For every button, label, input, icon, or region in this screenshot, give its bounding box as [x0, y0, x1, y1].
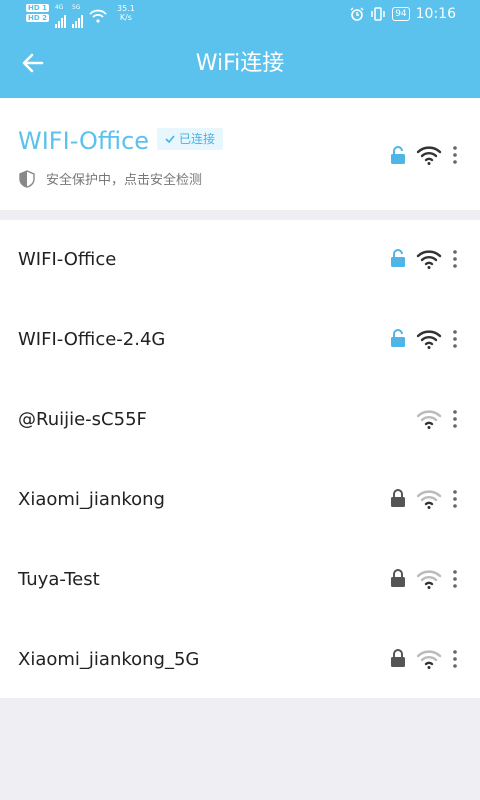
unlocked-padlock-icon	[391, 329, 405, 347]
unlocked-padlock-icon	[391, 146, 405, 164]
wifi-signal-icon	[416, 250, 442, 269]
network-speed: 35.1 K/s	[117, 4, 135, 22]
padlock-icon	[391, 569, 405, 587]
wifi-signal-icon	[416, 490, 442, 509]
net1-label: 4G	[54, 4, 64, 11]
network-row[interactable]: Tuya-Test	[0, 540, 480, 620]
net2-label: 5G	[71, 4, 81, 11]
network-name: WIFI-Office	[18, 249, 117, 270]
padlock-icon	[391, 649, 405, 667]
network-name: Xiaomi_jiankong	[18, 489, 165, 510]
wifi-signal-icon	[416, 570, 442, 589]
wifi-signal-icon	[416, 650, 442, 669]
status-time: 10:16	[415, 6, 456, 22]
network-name: WIFI-Office-2.4G	[18, 329, 166, 350]
network-name: Tuya-Test	[18, 569, 100, 590]
sim2-badge: HD 2	[26, 14, 49, 22]
sim1-badge: HD 1	[26, 4, 49, 12]
page-title: WiFi连接	[195, 51, 285, 76]
speed-value: 35.1	[116, 4, 135, 13]
connected-badge: 已连接	[157, 128, 223, 150]
speed-unit: K/s	[119, 13, 132, 22]
more-options-icon[interactable]	[448, 328, 462, 350]
shield-icon	[19, 170, 35, 188]
wifi-signal-icon	[416, 146, 442, 165]
current-network-name: WIFI-Office	[18, 127, 150, 155]
more-options-icon[interactable]	[448, 568, 462, 590]
more-options-icon[interactable]	[448, 248, 462, 270]
signal-bars-1-icon	[54, 14, 66, 28]
more-options-icon[interactable]	[448, 648, 462, 670]
app-bar: WiFi连接	[0, 30, 480, 98]
wifi-signal-icon	[416, 330, 442, 349]
network-row[interactable]: Xiaomi_jiankong	[0, 460, 480, 540]
network-name: @Ruijie-sC55F	[18, 409, 147, 430]
network-row[interactable]: WIFI-Office	[0, 220, 480, 300]
network-row[interactable]: WIFI-Office-2.4G	[0, 300, 480, 380]
check-icon	[165, 135, 175, 143]
connected-badge-label: 已连接	[178, 132, 215, 146]
signal-bars-2-icon	[71, 14, 83, 28]
wifi-status-icon	[89, 9, 107, 23]
more-options-icon[interactable]	[448, 488, 462, 510]
current-connection-card[interactable]: WIFI-Office 安全保护中，点击安全检测	[0, 98, 480, 210]
security-status-text[interactable]: 安全保护中，点击安全检测	[46, 169, 202, 188]
padlock-icon	[391, 489, 405, 507]
section-divider	[0, 210, 480, 220]
wifi-signal-icon	[416, 410, 442, 429]
sim-indicators: HD 1 HD 2	[26, 4, 49, 22]
network-name: Xiaomi_jiankong_5G	[18, 649, 200, 670]
alarm-icon	[350, 7, 364, 21]
more-options-icon[interactable]	[448, 144, 462, 166]
unlocked-padlock-icon	[391, 249, 405, 267]
wifi-network-list: WIFI-Office WIFI-Office-2.4G @Ruijie-sC5…	[0, 220, 480, 698]
more-options-icon[interactable]	[448, 408, 462, 430]
network-row[interactable]: @Ruijie-sC55F	[0, 380, 480, 460]
vibrate-icon	[371, 7, 385, 21]
battery-indicator: 94	[392, 7, 410, 21]
network-row[interactable]: Xiaomi_jiankong_5G	[0, 620, 480, 700]
status-bar: HD 1 HD 2 4G 5G 35.1 K/s 94 10:16	[0, 0, 480, 30]
